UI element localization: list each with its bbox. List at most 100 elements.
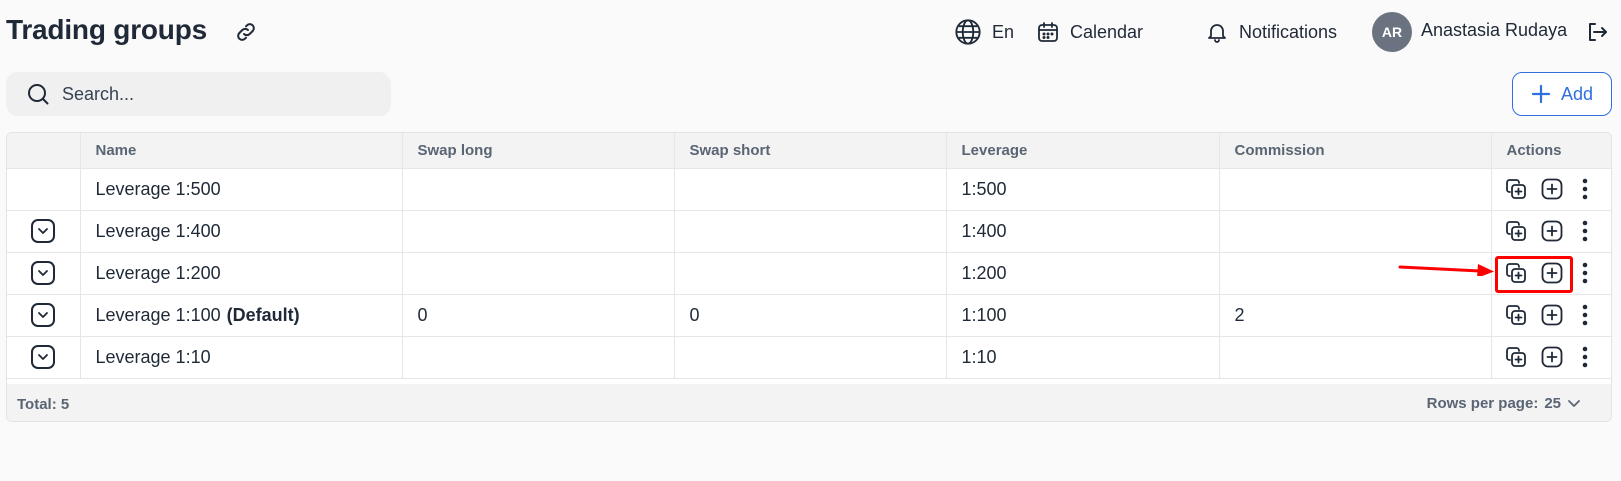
more-vertical-icon bbox=[1582, 346, 1587, 368]
cell-leverage: 1:10 bbox=[946, 336, 1220, 379]
expand-cell bbox=[7, 210, 81, 253]
user-name[interactable]: Anastasia Rudaya bbox=[1421, 20, 1567, 41]
cell-actions bbox=[1491, 294, 1611, 337]
search-icon bbox=[28, 84, 49, 105]
table-footer: Total: 5 Rows per page: 25 bbox=[7, 384, 1611, 421]
more-options-button[interactable] bbox=[1578, 219, 1592, 243]
logout-icon bbox=[1589, 23, 1607, 41]
duplicate-button[interactable] bbox=[1504, 345, 1528, 369]
bell-icon bbox=[1208, 24, 1226, 43]
square-plus-icon bbox=[1541, 178, 1562, 200]
table-row[interactable]: Leverage 1:10 1:10 bbox=[7, 336, 1611, 379]
cell-actions bbox=[1491, 336, 1611, 379]
group-name: Leverage 1:400 bbox=[95, 220, 221, 241]
cell-commission bbox=[1219, 168, 1492, 211]
expand-toggle-button[interactable] bbox=[31, 219, 56, 243]
cell-swap-short: 0 bbox=[674, 294, 947, 337]
cell-actions bbox=[1491, 210, 1611, 253]
search-box[interactable] bbox=[6, 72, 391, 116]
square-plus-icon bbox=[1541, 304, 1562, 326]
calendar-label: Calendar bbox=[1070, 21, 1144, 42]
copy-plus-icon bbox=[1505, 347, 1526, 367]
calendar-link[interactable]: Calendar bbox=[1036, 17, 1143, 47]
cell-swap-long: 0 bbox=[402, 294, 675, 337]
column-header-swap-short[interactable]: Swap short bbox=[674, 133, 947, 169]
top-bar: Trading groups En Calendar Notifications… bbox=[0, 0, 1621, 64]
add-button-label: Add bbox=[1560, 83, 1594, 104]
add-button[interactable]: Add bbox=[1512, 72, 1612, 116]
more-options-button[interactable] bbox=[1578, 345, 1592, 369]
trading-groups-table: Name Swap long Swap short Leverage Commi… bbox=[6, 132, 1612, 422]
column-header-swap-long[interactable]: Swap long bbox=[402, 133, 675, 169]
expand-cell bbox=[7, 252, 81, 295]
logout-button[interactable] bbox=[1585, 20, 1609, 44]
table-header-row: Name Swap long Swap short Leverage Commi… bbox=[7, 133, 1611, 169]
cell-name: Leverage 1:10 bbox=[80, 336, 403, 379]
cell-leverage: 1:100 bbox=[946, 294, 1220, 337]
expand-cell bbox=[7, 168, 81, 211]
column-header-leverage[interactable]: Leverage bbox=[946, 133, 1220, 169]
expand-toggle-button[interactable] bbox=[31, 345, 56, 369]
cell-leverage: 1:500 bbox=[946, 168, 1220, 211]
duplicate-button[interactable] bbox=[1504, 261, 1528, 285]
rows-per-page-value: 25 bbox=[1544, 395, 1561, 412]
cell-leverage: 1:400 bbox=[946, 210, 1220, 253]
square-plus-icon bbox=[1541, 262, 1562, 284]
notifications-label: Notifications bbox=[1239, 21, 1338, 42]
chevron-down-icon bbox=[38, 270, 49, 276]
cell-swap-long bbox=[402, 168, 675, 211]
group-name: Leverage 1:200 bbox=[95, 262, 221, 283]
cell-name: Leverage 1:200 bbox=[80, 252, 403, 295]
total-count: Total: 5 bbox=[17, 396, 70, 413]
language-selector[interactable]: En bbox=[954, 17, 1014, 47]
cell-leverage: 1:200 bbox=[946, 252, 1220, 295]
page-title: Trading groups bbox=[6, 14, 207, 45]
chevron-down-icon bbox=[38, 312, 49, 318]
copy-plus-icon bbox=[1505, 263, 1526, 283]
table-row[interactable]: Leverage 1:400 1:400 bbox=[7, 210, 1611, 253]
cell-swap-short bbox=[674, 336, 947, 379]
cell-commission bbox=[1219, 252, 1492, 295]
square-plus-icon bbox=[1541, 220, 1562, 242]
more-options-button[interactable] bbox=[1578, 261, 1592, 285]
notifications-link[interactable]: Notifications bbox=[1205, 17, 1337, 47]
table-row[interactable]: Leverage 1:200 1:200 bbox=[7, 252, 1611, 295]
duplicate-button[interactable] bbox=[1504, 219, 1528, 243]
table-row[interactable]: Leverage 1:500 1:500 bbox=[7, 168, 1611, 211]
calendar-icon bbox=[1038, 22, 1058, 42]
avatar[interactable]: AR bbox=[1372, 12, 1412, 52]
cell-swap-short bbox=[674, 252, 947, 295]
column-header-commission[interactable]: Commission bbox=[1219, 133, 1492, 169]
square-plus-icon bbox=[1541, 346, 1562, 368]
cell-commission: 2 bbox=[1219, 294, 1492, 337]
add-subgroup-button[interactable] bbox=[1540, 261, 1564, 285]
add-subgroup-button[interactable] bbox=[1540, 219, 1564, 243]
default-tag: (Default) bbox=[226, 304, 300, 325]
search-input[interactable] bbox=[62, 83, 362, 105]
cell-name: Leverage 1:400 bbox=[80, 210, 403, 253]
cell-name: Leverage 1:100 (Default) bbox=[80, 294, 403, 337]
expand-toggle-button[interactable] bbox=[31, 303, 56, 327]
cell-swap-short bbox=[674, 210, 947, 253]
language-label: En bbox=[992, 21, 1015, 42]
more-vertical-icon bbox=[1582, 178, 1587, 200]
cell-swap-long bbox=[402, 336, 675, 379]
more-options-button[interactable] bbox=[1578, 177, 1592, 201]
duplicate-button[interactable] bbox=[1504, 303, 1528, 327]
expand-cell bbox=[7, 294, 81, 337]
duplicate-button[interactable] bbox=[1504, 177, 1528, 201]
add-subgroup-button[interactable] bbox=[1540, 303, 1564, 327]
copy-plus-icon bbox=[1505, 305, 1526, 325]
column-header-actions: Actions bbox=[1491, 133, 1611, 169]
add-subgroup-button[interactable] bbox=[1540, 177, 1564, 201]
cell-swap-short bbox=[674, 168, 947, 211]
cell-commission bbox=[1219, 210, 1492, 253]
column-header-name[interactable]: Name bbox=[80, 133, 403, 169]
link-icon[interactable] bbox=[234, 20, 258, 44]
add-subgroup-button[interactable] bbox=[1540, 345, 1564, 369]
chevron-down-icon bbox=[38, 354, 49, 360]
table-row[interactable]: Leverage 1:100 (Default) 0 0 1:100 2 bbox=[7, 294, 1611, 337]
more-options-button[interactable] bbox=[1578, 303, 1592, 327]
expand-toggle-button[interactable] bbox=[31, 261, 56, 285]
rows-per-page-select[interactable]: 25 bbox=[1544, 395, 1581, 412]
